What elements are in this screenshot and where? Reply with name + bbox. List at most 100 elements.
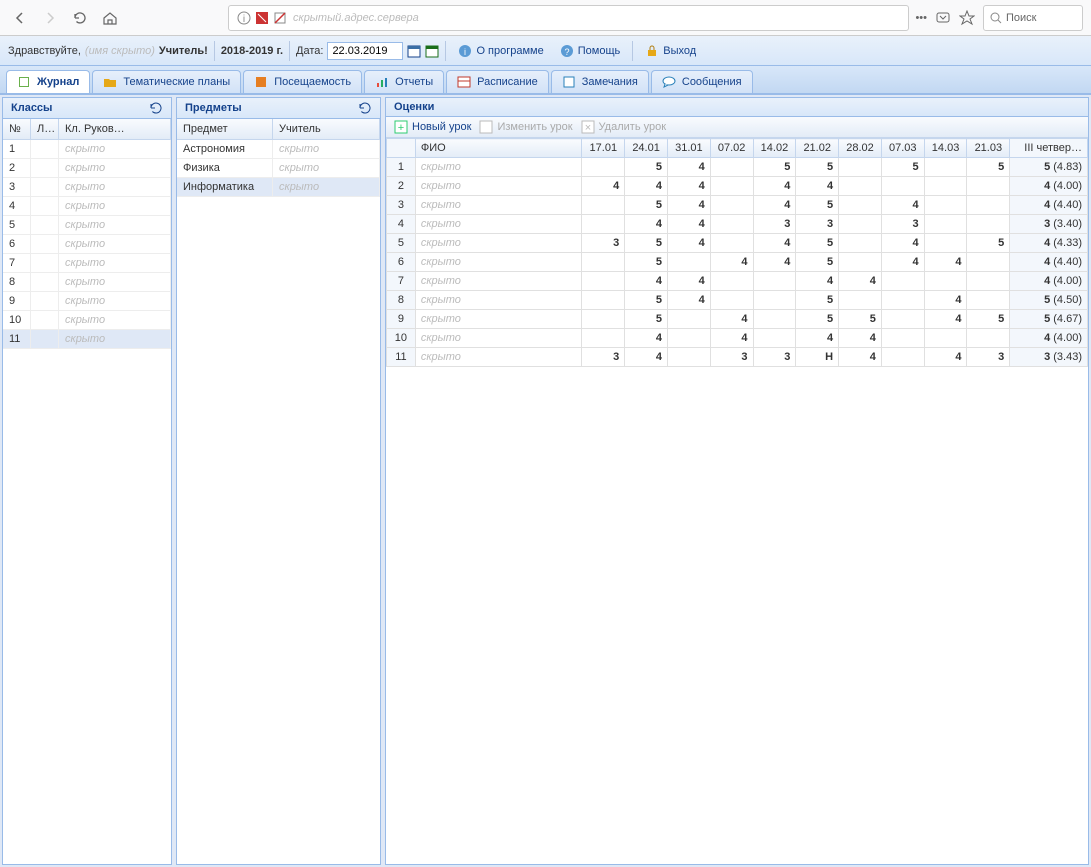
grade-cell[interactable] (582, 291, 625, 310)
refresh-subjects-icon[interactable] (358, 101, 372, 115)
grade-cell[interactable]: 5 (796, 158, 839, 177)
grades-fiohead[interactable]: ФИО (415, 139, 582, 158)
grade-cell[interactable]: 4 (839, 272, 882, 291)
grade-cell[interactable]: 4 (924, 348, 967, 367)
exit-button[interactable]: Выход (639, 42, 702, 60)
grade-cell[interactable]: 4 (710, 253, 753, 272)
grade-cell[interactable]: 5 (967, 158, 1010, 177)
class-row[interactable]: 10скрыто (3, 311, 171, 330)
grade-cell[interactable] (967, 272, 1010, 291)
grade-cell[interactable] (967, 196, 1010, 215)
grade-cell[interactable]: 5 (839, 310, 882, 329)
grade-cell[interactable]: 3 (881, 215, 924, 234)
grade-cell[interactable] (881, 310, 924, 329)
calendar-icon[interactable] (407, 44, 421, 58)
grade-cell[interactable] (881, 291, 924, 310)
grades-row[interactable]: 3скрыто544544 (4.40) (387, 196, 1088, 215)
grade-cell[interactable]: 3 (753, 215, 796, 234)
grades-datehead[interactable]: 28.02 (839, 139, 882, 158)
grades-row[interactable]: 6скрыто5445444 (4.40) (387, 253, 1088, 272)
more-icon[interactable]: ••• (915, 12, 927, 24)
grade-cell[interactable]: 5 (881, 158, 924, 177)
grade-cell[interactable] (582, 329, 625, 348)
grade-cell[interactable]: 4 (667, 272, 710, 291)
grade-cell[interactable] (967, 215, 1010, 234)
tab-plans[interactable]: Тематические планы (92, 70, 241, 93)
class-row[interactable]: 6скрыто (3, 235, 171, 254)
col-subject[interactable]: Предмет (177, 119, 273, 139)
class-row[interactable]: 9скрыто (3, 292, 171, 311)
grade-cell[interactable]: 4 (839, 348, 882, 367)
grade-cell[interactable] (924, 329, 967, 348)
tab-messages[interactable]: Сообщения (651, 70, 753, 93)
grade-cell[interactable] (924, 234, 967, 253)
grade-cell[interactable] (710, 177, 753, 196)
grades-row[interactable]: 10скрыто44444 (4.00) (387, 329, 1088, 348)
grade-cell[interactable]: 5 (625, 253, 668, 272)
grade-cell[interactable]: 4 (881, 196, 924, 215)
url-bar[interactable]: i скрытый.адрес.сервера (228, 5, 909, 31)
refresh-classes-icon[interactable] (149, 101, 163, 115)
grades-datehead[interactable]: 21.02 (796, 139, 839, 158)
grades-row[interactable]: 9скрыто5455455 (4.67) (387, 310, 1088, 329)
grades-datehead[interactable]: 07.03 (881, 139, 924, 158)
grade-cell[interactable]: 4 (753, 177, 796, 196)
grade-cell[interactable]: 5 (753, 158, 796, 177)
grade-cell[interactable] (839, 253, 882, 272)
grade-cell[interactable] (710, 291, 753, 310)
grade-cell[interactable]: 4 (667, 291, 710, 310)
grade-cell[interactable]: 4 (839, 329, 882, 348)
back-button[interactable] (8, 6, 32, 30)
grade-cell[interactable] (582, 310, 625, 329)
tab-attendance[interactable]: Посещаемость (243, 70, 362, 93)
grades-datehead[interactable]: 21.03 (967, 139, 1010, 158)
grade-cell[interactable]: 4 (924, 310, 967, 329)
grades-row[interactable]: 8скрыто54545 (4.50) (387, 291, 1088, 310)
class-row[interactable]: 1скрыто (3, 140, 171, 159)
col-head[interactable]: Кл. Руков… (59, 119, 171, 139)
grade-cell[interactable]: 4 (667, 177, 710, 196)
grade-cell[interactable]: 4 (582, 177, 625, 196)
grade-cell[interactable]: 5 (625, 310, 668, 329)
grade-cell[interactable] (839, 158, 882, 177)
grade-cell[interactable] (582, 253, 625, 272)
grade-cell[interactable]: 5 (625, 291, 668, 310)
grade-cell[interactable]: Н (796, 348, 839, 367)
tab-reports[interactable]: Отчеты (364, 70, 444, 93)
subject-row[interactable]: Информатикаскрыто (177, 178, 380, 197)
grade-cell[interactable]: 3 (967, 348, 1010, 367)
grade-cell[interactable]: 4 (625, 177, 668, 196)
grades-row[interactable]: 2скрыто444444 (4.00) (387, 177, 1088, 196)
grade-cell[interactable] (967, 177, 1010, 196)
grades-row[interactable]: 1скрыто5455555 (4.83) (387, 158, 1088, 177)
grade-cell[interactable]: 4 (881, 253, 924, 272)
grades-datehead[interactable]: 17.01 (582, 139, 625, 158)
col-num[interactable]: № (3, 119, 31, 139)
grade-cell[interactable]: 4 (710, 329, 753, 348)
grade-cell[interactable]: 4 (667, 196, 710, 215)
grade-cell[interactable] (753, 272, 796, 291)
col-teacher[interactable]: Учитель (273, 119, 380, 139)
grade-cell[interactable] (881, 329, 924, 348)
grade-cell[interactable] (839, 196, 882, 215)
grade-cell[interactable] (924, 196, 967, 215)
grade-cell[interactable] (582, 158, 625, 177)
grade-cell[interactable] (881, 177, 924, 196)
browser-search[interactable]: Поиск (983, 5, 1083, 31)
tab-journal[interactable]: Журнал (6, 70, 90, 93)
grade-cell[interactable]: 4 (625, 272, 668, 291)
home-button[interactable] (98, 6, 122, 30)
grade-cell[interactable]: 5 (625, 196, 668, 215)
grade-cell[interactable] (753, 291, 796, 310)
grade-cell[interactable]: 3 (582, 348, 625, 367)
grade-cell[interactable]: 3 (710, 348, 753, 367)
grade-cell[interactable]: 4 (796, 272, 839, 291)
class-row[interactable]: 7скрыто (3, 254, 171, 273)
grades-numhead[interactable] (387, 139, 416, 158)
grades-quarterhead[interactable]: III четвер… (1010, 139, 1088, 158)
class-row[interactable]: 5скрыто (3, 216, 171, 235)
grade-cell[interactable] (839, 215, 882, 234)
class-row[interactable]: 8скрыто (3, 273, 171, 292)
grade-cell[interactable]: 4 (924, 291, 967, 310)
grade-cell[interactable]: 5 (967, 234, 1010, 253)
